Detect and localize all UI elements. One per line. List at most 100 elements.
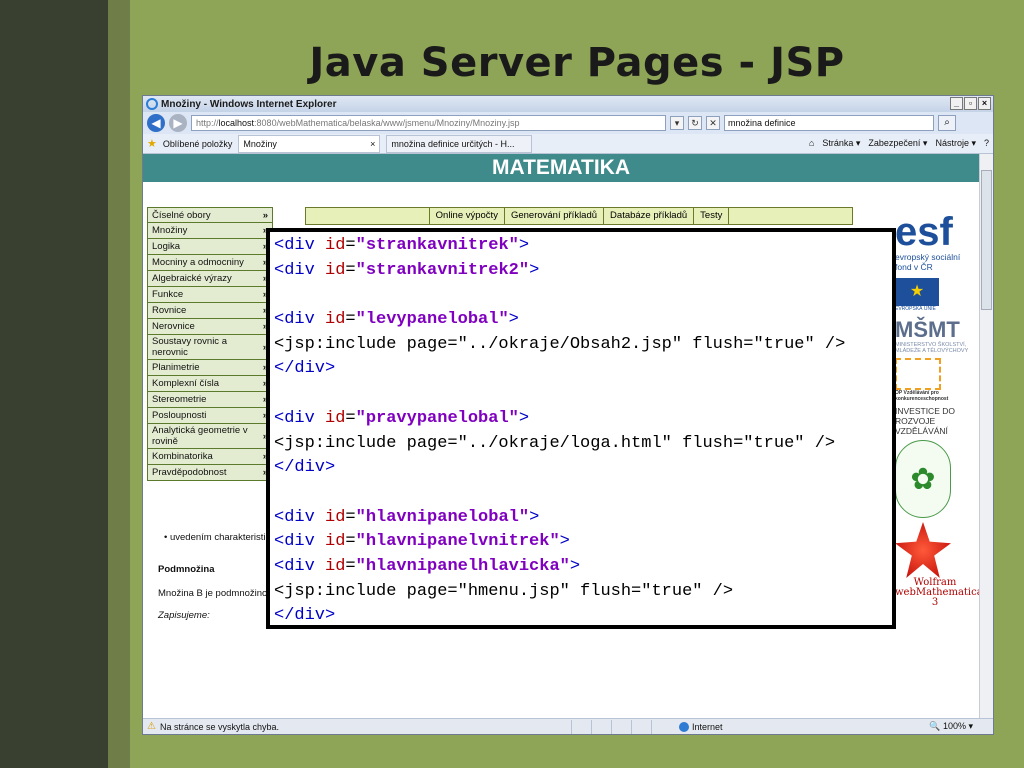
sidebar-item-label: Planimetrie: [152, 362, 200, 373]
wolfram-star-icon: [895, 522, 951, 578]
search-icon[interactable]: ⌕: [938, 115, 956, 131]
nav-online-vypocty[interactable]: Online výpočty: [428, 208, 504, 224]
sidebar-item[interactable]: Mocniny a odmocniny»: [147, 255, 273, 271]
sidebar-item-label: Komplexní čísla: [152, 378, 220, 389]
warning-icon[interactable]: ⚠: [147, 721, 156, 732]
sidebar-item-label: Funkce: [152, 289, 184, 300]
favorites-label[interactable]: Oblíbené položky: [163, 139, 233, 149]
vertical-scrollbar[interactable]: [979, 154, 993, 718]
sidebar-item[interactable]: Komplexní čísla»: [147, 376, 273, 392]
tab-mnozina-definice[interactable]: množina definice určitých - H...: [386, 134, 533, 153]
sidebar-item-label: Soustavy rovnic a nerovnic: [152, 336, 227, 358]
url-host: localhost: [218, 118, 255, 128]
sidebar-item[interactable]: Rovnice»: [147, 303, 273, 319]
url-path: :8080/webMathematica/belaska/www/jsmenu/…: [254, 118, 520, 128]
code-line: <jsp:include page="../okraje/loga.html" …: [274, 433, 836, 453]
globe-icon: [679, 721, 690, 732]
esf-logo: esf: [895, 210, 953, 254]
sidebar-item[interactable]: Funkce»: [147, 287, 273, 303]
code-line: </div>: [274, 458, 336, 478]
msmt-logo: MŠMT: [895, 317, 960, 342]
logo-panel: esf evropský sociální fond v ČR ★ EVROPS…: [895, 210, 979, 608]
search-input[interactable]: množina definice: [724, 115, 934, 131]
browser-title: Množiny - Windows Internet Explorer: [161, 98, 337, 110]
close-window-button[interactable]: ×: [978, 97, 991, 110]
code-line: </div>: [274, 606, 336, 626]
favorites-star-icon[interactable]: ★: [147, 137, 157, 150]
help-icon[interactable]: ?: [984, 138, 989, 149]
top-navigation: Online výpočty Generování příkladů Datab…: [305, 207, 853, 225]
forward-button[interactable]: ▶: [169, 114, 187, 132]
scroll-thumb[interactable]: [981, 170, 992, 310]
sidebar-item[interactable]: Stereometrie»: [147, 392, 273, 408]
page-banner: MATEMATIKA: [143, 154, 979, 182]
back-button[interactable]: ◀: [147, 114, 165, 132]
slide-band-dark: [0, 0, 108, 768]
sidebar-item-label: Algebraické výrazy: [152, 273, 232, 284]
sidebar-item[interactable]: Logika»: [147, 239, 273, 255]
sidebar-item-label: Logika: [152, 241, 180, 252]
code-overlay: <div id="strankavnitrek"> <div id="strank…: [266, 228, 896, 629]
refresh-button[interactable]: ↻: [688, 116, 702, 130]
school-logo-icon: ✿: [895, 440, 951, 518]
sidebar-item-label: Nerovnice: [152, 321, 195, 332]
address-bar: ◀ ▶ http:// localhost :8080/webMathemati…: [143, 112, 993, 134]
code-line: <div id="strankavnitrek">: [274, 236, 530, 255]
url-dropdown-button[interactable]: ▾: [670, 116, 684, 130]
command-bar: ⌂ Stránka ▾ Zabezpečení ▾ Nástroje ▾ ?: [809, 138, 989, 149]
command-security[interactable]: Zabezpečení ▾: [868, 138, 927, 149]
status-message[interactable]: Na stránce se vyskytla chyba.: [160, 722, 279, 732]
code-line: <div id="pravypanelobal">: [274, 408, 530, 428]
nav-databaze-prikladu[interactable]: Databáze příkladů: [603, 208, 693, 224]
stop-button[interactable]: ✕: [706, 116, 720, 130]
browser-titlebar: Množiny - Windows Internet Explorer _ ▫ …: [143, 96, 993, 112]
command-tools[interactable]: Nástroje ▾: [935, 138, 976, 149]
sidebar-item[interactable]: Nerovnice»: [147, 319, 273, 335]
sidebar-item[interactable]: Posloupnosti»: [147, 408, 273, 424]
code-line: <div id="hlavnipanelvnitrek">: [274, 532, 570, 552]
sidebar-item[interactable]: Planimetrie»: [147, 360, 273, 376]
msmt-caption: MINISTERSTVO ŠKOLSTVÍ, MLÁDEŽE A TĚLOVÝC…: [895, 342, 969, 354]
nav-testy[interactable]: Testy: [693, 208, 730, 224]
status-panels: [571, 719, 671, 734]
sidebar-item-label: Kombinatorika: [152, 451, 213, 462]
security-zone: Internet: [679, 721, 829, 732]
nav-generovani-prikladu[interactable]: Generování příkladů: [503, 208, 603, 224]
code-line: <jsp:include page="../okraje/Obsah2.jsp"…: [274, 334, 846, 354]
tab-mnoziny[interactable]: Množiny ×: [238, 134, 381, 153]
op-logo-icon: [895, 358, 941, 390]
minimize-button[interactable]: _: [950, 97, 963, 110]
sidebar-item[interactable]: Kombinatorika»: [147, 449, 273, 465]
wolfram-caption: Wolfram webMathematica 3: [895, 577, 979, 608]
sidebar-item[interactable]: Množiny»: [147, 223, 273, 239]
eu-caption: EVROPSKÁ UNIE: [895, 306, 936, 312]
window-controls: _ ▫ ×: [950, 97, 991, 110]
code-line: <div id="strankavnitrek2">: [274, 260, 540, 280]
status-bar: ⚠ Na stránce se vyskytla chyba. Internet…: [143, 718, 993, 734]
tab-label: Množiny: [243, 138, 277, 149]
sidebar-item[interactable]: Analytická geometrie v rovině»: [147, 424, 273, 449]
slide-band-light: [108, 0, 130, 768]
url-prefix: http://: [196, 118, 219, 128]
code-line: <jsp:include page="hmenu.jsp" flush="tru…: [274, 581, 734, 601]
sidebar-item[interactable]: Soustavy rovnic a nerovnic»: [147, 335, 273, 360]
sidebar-item-label: Stereometrie: [152, 394, 207, 405]
restore-button[interactable]: ▫: [964, 97, 977, 110]
sidebar-item[interactable]: Pravděpodobnost»: [147, 465, 273, 481]
sidebar-item-label: Množiny: [152, 225, 188, 236]
sidebar-item-label: Analytická geometrie v rovině: [152, 425, 248, 447]
invest-caption: INVESTICE DO ROZVOJE VZDĚLÁVÁNÍ: [895, 406, 955, 436]
sidebar-item[interactable]: Algebraické výrazy»: [147, 271, 273, 287]
home-icon[interactable]: ⌂: [809, 138, 814, 149]
zoom-level[interactable]: 🔍 100% ▾: [929, 721, 973, 732]
command-page[interactable]: Stránka ▾: [822, 138, 860, 149]
url-field[interactable]: http:// localhost :8080/webMathematica/b…: [191, 115, 666, 131]
tab-close-icon[interactable]: ×: [370, 139, 375, 149]
eu-flag-icon: ★: [895, 278, 939, 306]
sidebar-item-label: Pravděpodobnost: [152, 467, 227, 478]
op-caption: OP Vzdělávání pro konkurenceschopnost: [895, 390, 949, 402]
zone-label: Internet: [692, 721, 723, 732]
sidebar-item[interactable]: Číselné obory »: [147, 207, 273, 223]
